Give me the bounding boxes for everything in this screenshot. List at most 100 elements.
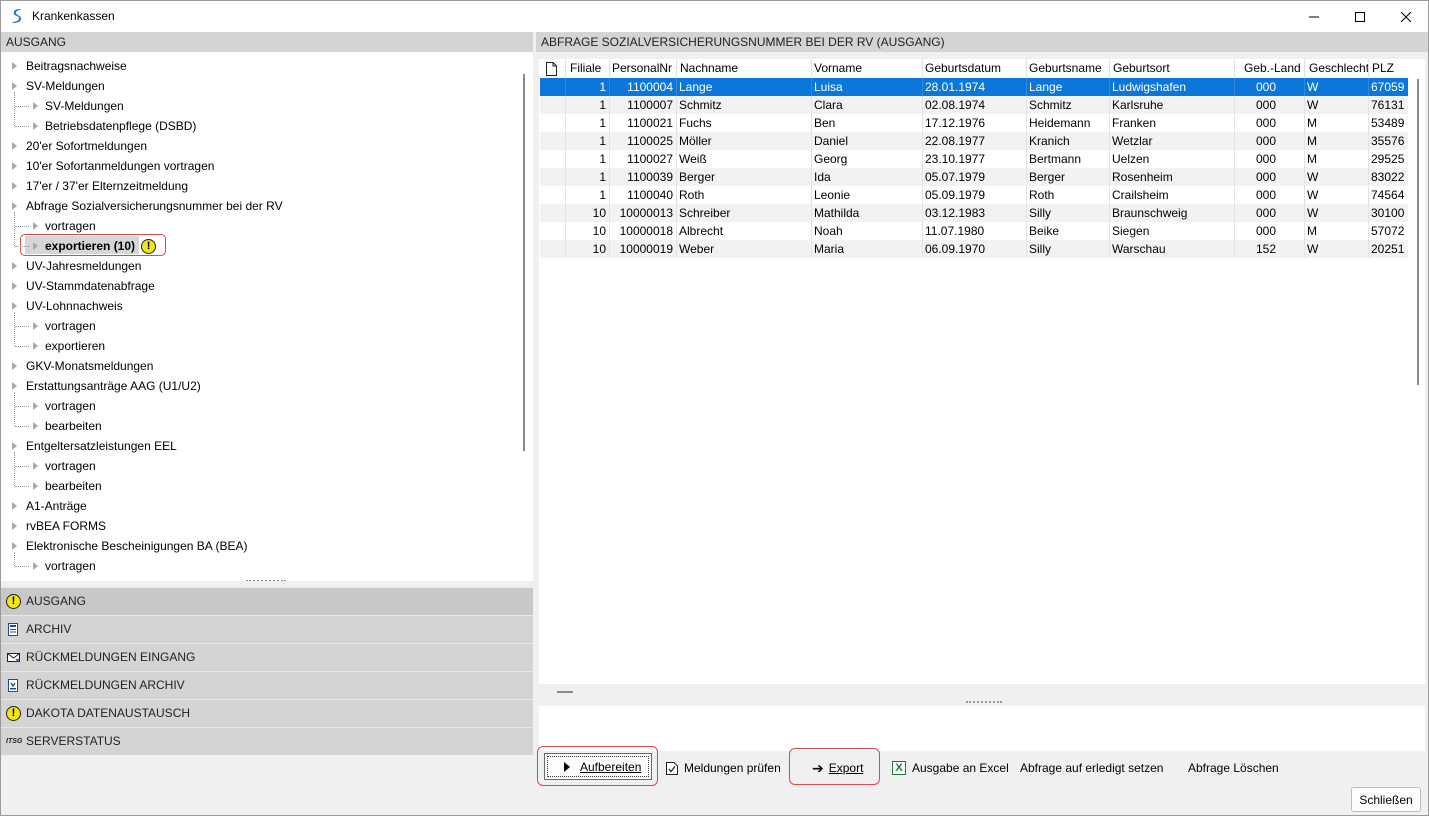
tree-resize-grip[interactable] xyxy=(246,580,286,581)
grid-vertical-scrollbar-thumb[interactable] xyxy=(1417,79,1419,385)
tree-item[interactable]: A1-Anträge xyxy=(26,496,87,516)
column-header[interactable]: Geschlecht xyxy=(1309,61,1369,75)
column-divider[interactable] xyxy=(1368,59,1369,79)
expand-arrow-icon[interactable] xyxy=(33,462,38,470)
excel-export-button[interactable]: X Ausgabe an Excel xyxy=(892,755,1009,781)
expand-arrow-icon[interactable] xyxy=(12,542,17,550)
expand-arrow-icon[interactable] xyxy=(12,82,17,90)
document-icon[interactable] xyxy=(546,62,557,76)
nav-band-dakota-datenaustausch[interactable]: ! DAKOTA DATENAUSTAUSCH xyxy=(1,699,533,727)
nav-band-archiv[interactable]: ARCHIV xyxy=(1,615,533,643)
table-row[interactable]: 1 1100027 Weiß Georg 23.10.1977 Bertmann Uelze… xyxy=(540,150,1408,168)
grid-vertical-scrollbar[interactable] xyxy=(1411,59,1425,684)
column-header[interactable]: PersonalNr xyxy=(612,61,672,75)
tree-item[interactable]: SV-Meldungen xyxy=(26,76,105,96)
column-divider[interactable] xyxy=(1026,59,1027,79)
column-header[interactable]: PLZ xyxy=(1372,61,1394,75)
tree-item[interactable]: Entgeltersatzleistungen EEL xyxy=(26,436,177,456)
tree-item[interactable]: exportieren xyxy=(45,336,105,356)
expand-arrow-icon[interactable] xyxy=(12,62,17,70)
expand-arrow-icon[interactable] xyxy=(12,162,17,170)
expand-arrow-icon[interactable] xyxy=(12,262,17,270)
column-divider[interactable] xyxy=(676,59,677,79)
expand-arrow-icon[interactable] xyxy=(33,342,38,350)
expand-arrow-icon[interactable] xyxy=(12,362,17,370)
grid-horizontal-scrollbar-thumb[interactable] xyxy=(557,691,573,693)
tree-item[interactable]: vortragen xyxy=(45,396,96,416)
grid-horizontal-scrollbar[interactable] xyxy=(539,684,1412,698)
expand-arrow-icon[interactable] xyxy=(12,302,17,310)
table-row[interactable]: 1 1100004 Lange Luisa 28.01.1974 Lange Ludwigs… xyxy=(540,78,1408,96)
column-header[interactable]: Geb.-Land xyxy=(1244,61,1301,75)
expand-arrow-icon[interactable] xyxy=(33,422,38,430)
close-window-button[interactable] xyxy=(1383,1,1429,32)
expand-arrow-icon[interactable] xyxy=(12,282,17,290)
mark-done-button[interactable]: Abfrage auf erledigt setzen xyxy=(1020,755,1163,781)
nav-band-rückmeldungen-eingang[interactable]: RÜCKMELDUNGEN EINGANG xyxy=(1,643,533,671)
expand-arrow-icon[interactable] xyxy=(12,522,17,530)
table-row[interactable]: 1 1100007 Schmitz Clara 02.08.1974 Schmitz Kar… xyxy=(540,96,1408,114)
expand-arrow-icon[interactable] xyxy=(33,482,38,490)
column-header[interactable]: Geburtsort xyxy=(1113,61,1170,75)
expand-arrow-icon[interactable] xyxy=(12,202,17,210)
tree-item[interactable]: 10'er Sofortanmeldungen vortragen xyxy=(26,156,214,176)
column-divider[interactable] xyxy=(811,59,812,79)
column-header[interactable]: Vorname xyxy=(814,61,862,75)
tree-item[interactable]: vortragen xyxy=(45,216,96,236)
tree-item[interactable]: bearbeiten xyxy=(45,476,102,496)
table-row[interactable]: 10 10000013 Schreiber Mathilda 03.12.1983 Sil… xyxy=(540,204,1408,222)
table-row[interactable]: 1 1100039 Berger Ida 05.07.1979 Berger Rosenhe… xyxy=(540,168,1408,186)
tree-item[interactable]: 17'er / 37'er Elternzeitmeldung xyxy=(26,176,188,196)
column-divider[interactable] xyxy=(1109,59,1110,79)
tree-item[interactable]: Beitragsnachweise xyxy=(26,56,127,76)
close-button[interactable]: Schließen xyxy=(1351,787,1421,812)
meldungen-pruefen-button[interactable]: Meldungen prüfen xyxy=(665,755,781,781)
tree-item[interactable]: Erstattungsanträge AAG (U1/U2) xyxy=(26,376,201,396)
column-header[interactable]: Filiale xyxy=(570,61,601,75)
column-divider[interactable] xyxy=(565,59,566,79)
tree-item[interactable]: Abfrage Sozialversicherungsnummer bei de… xyxy=(26,196,283,216)
expand-arrow-icon[interactable] xyxy=(12,382,17,390)
nav-band-serverstatus[interactable]: ITSG SERVERSTATUS xyxy=(1,727,533,755)
column-divider[interactable] xyxy=(1234,59,1235,79)
tree-scrollbar[interactable] xyxy=(516,56,528,578)
tree-item[interactable]: UV-Jahresmeldungen xyxy=(26,256,141,276)
tree-item[interactable]: SV-Meldungen xyxy=(45,96,124,116)
tree-item[interactable]: Elektronische Bescheinigungen BA (BEA) xyxy=(26,536,247,556)
table-row[interactable]: 1 1100021 Fuchs Ben 17.12.1976 Heidemann Frank… xyxy=(540,114,1408,132)
tree-item[interactable]: rvBEA FORMS xyxy=(26,516,106,536)
tree-item[interactable]: vortragen xyxy=(45,456,96,476)
expand-arrow-icon[interactable] xyxy=(33,322,38,330)
tree-item[interactable]: exportieren (10)! xyxy=(45,236,157,256)
column-header[interactable]: Geburtsname xyxy=(1029,61,1102,75)
column-divider[interactable] xyxy=(1304,59,1305,79)
column-divider[interactable] xyxy=(922,59,923,79)
tree-scrollbar-thumb[interactable] xyxy=(523,74,525,451)
expand-arrow-icon[interactable] xyxy=(12,502,17,510)
maximize-button[interactable] xyxy=(1337,1,1383,32)
table-row[interactable]: 10 10000019 Weber Maria 06.09.1970 Silly Warsc… xyxy=(540,240,1408,258)
expand-arrow-icon[interactable] xyxy=(33,242,38,250)
table-row[interactable]: 1 1100025 Möller Daniel 22.08.1977 Kranich Wet… xyxy=(540,132,1408,150)
expand-arrow-icon[interactable] xyxy=(12,142,17,150)
aufbereiten-button[interactable]: Aufbereiten xyxy=(544,753,652,780)
table-row[interactable]: 1 1100040 Roth Leonie 05.09.1979 Roth Crailshe… xyxy=(540,186,1408,204)
expand-arrow-icon[interactable] xyxy=(12,182,17,190)
table-row[interactable]: 10 10000018 Albrecht Noah 11.07.1980 Beike Sie… xyxy=(540,222,1408,240)
tree-item[interactable]: vortragen xyxy=(45,556,96,576)
tree-item[interactable]: UV-Stammdatenabfrage xyxy=(26,276,155,296)
tree-item[interactable]: Betriebsdatenpflege (DSBD) xyxy=(45,116,196,136)
expand-arrow-icon[interactable] xyxy=(33,102,38,110)
expand-arrow-icon[interactable] xyxy=(33,122,38,130)
minimize-button[interactable] xyxy=(1291,1,1337,32)
column-header[interactable]: Geburtsdatum xyxy=(925,61,1001,75)
column-divider[interactable] xyxy=(609,59,610,79)
nav-band-ausgang[interactable]: ! AUSGANG xyxy=(1,587,533,615)
tree-item[interactable]: 20'er Sofortmeldungen xyxy=(26,136,147,156)
expand-arrow-icon[interactable] xyxy=(12,442,17,450)
expand-arrow-icon[interactable] xyxy=(33,402,38,410)
grid-resize-grip[interactable] xyxy=(966,701,1002,703)
delete-query-button[interactable]: Abfrage Löschen xyxy=(1188,755,1279,781)
tree-item[interactable]: vortragen xyxy=(45,316,96,336)
export-button[interactable]: ➔ Export xyxy=(812,755,863,781)
